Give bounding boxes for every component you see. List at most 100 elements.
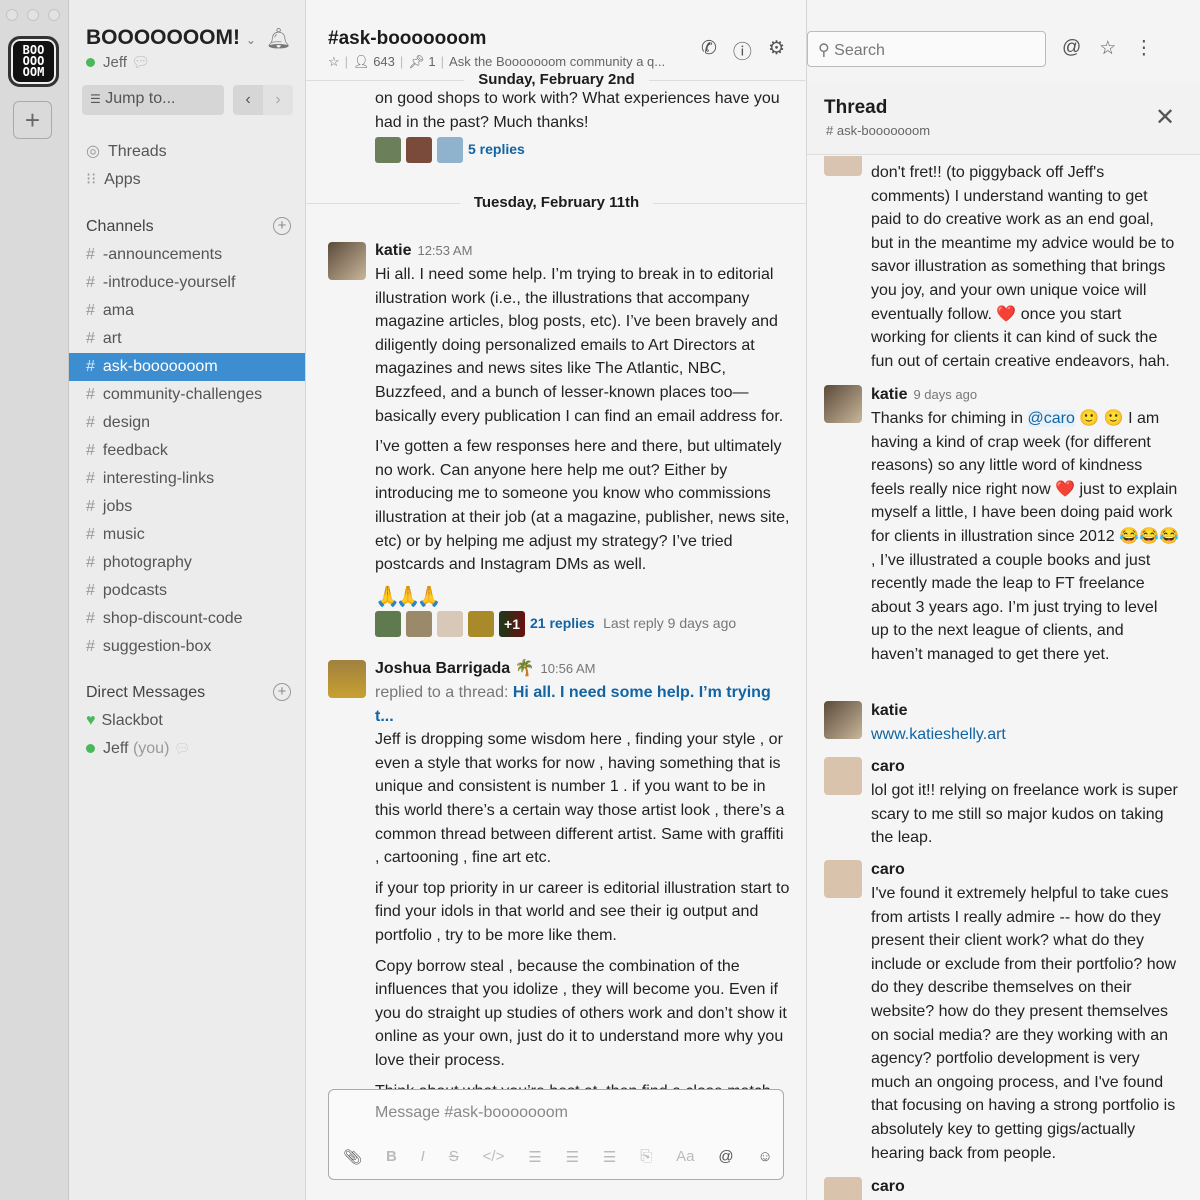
- code-block-icon[interactable]: ⎘: [640, 1148, 652, 1166]
- maximize-window-button[interactable]: [48, 9, 60, 21]
- avatar: [468, 610, 494, 637]
- add-dm-button[interactable]: +: [273, 683, 291, 701]
- add-channel-button[interactable]: +: [273, 217, 291, 235]
- star-icon[interactable]: ☆: [328, 54, 340, 69]
- channel-view: #ask-booooooom ☆ | 👤︎ 643 | 📌︎ 1 | Ask the Boo…: [306, 0, 807, 1200]
- avatar-joshua[interactable]: [328, 660, 366, 698]
- thread-summary[interactable]: +1 21 replies Last reply 9 days ago: [375, 610, 790, 637]
- close-window-button[interactable]: [6, 9, 18, 21]
- thread-channel[interactable]: # ask-booooooom: [826, 123, 930, 138]
- sidebar-item-channel[interactable]: # suggestion-box: [69, 633, 305, 661]
- hash-icon: #: [86, 330, 95, 347]
- code-icon[interactable]: </>: [483, 1148, 505, 1166]
- reactions[interactable]: 🙏🙏🙏: [375, 584, 790, 609]
- avatar[interactable]: [824, 860, 862, 898]
- sidebar-item-channel[interactable]: # shop-discount-code: [69, 605, 305, 633]
- message-tail: on good shops to work with? What experie…: [375, 90, 780, 131]
- mentions-icon[interactable]: @: [1062, 37, 1081, 60]
- sidebar-item-channel[interactable]: # ama: [69, 297, 305, 325]
- workspace-name[interactable]: BOOOOOOOM! ⌄: [86, 26, 256, 50]
- thread-messages[interactable]: don't fret!! (to piggyback off Jeff's co…: [807, 156, 1200, 1200]
- mention-icon[interactable]: @: [718, 1148, 733, 1166]
- strike-icon[interactable]: S: [449, 1148, 459, 1166]
- sidebar-item-channel[interactable]: # interesting-links: [69, 465, 305, 493]
- hash-icon: #: [86, 302, 95, 319]
- gear-icon[interactable]: ⚙: [768, 37, 785, 64]
- italic-icon[interactable]: I: [421, 1148, 425, 1166]
- avatar: [406, 610, 432, 637]
- phone-icon[interactable]: ✆: [701, 37, 717, 64]
- avatar-katie[interactable]: [328, 242, 366, 280]
- avatar: [406, 137, 432, 163]
- dm-slackbot[interactable]: ♥ Slackbot: [69, 707, 305, 735]
- date-divider: Tuesday, February 11th: [306, 194, 807, 212]
- avatar[interactable]: [824, 385, 862, 423]
- hash-icon: #: [86, 470, 95, 487]
- hash-icon: #: [86, 358, 95, 375]
- avatar: [375, 137, 401, 163]
- thread-summary[interactable]: 5 replies: [375, 137, 790, 163]
- bell-icon[interactable]: 🔔︎: [266, 26, 291, 51]
- minimize-window-button[interactable]: [27, 9, 39, 21]
- hash-icon: #: [86, 498, 95, 515]
- hash-icon: #: [86, 526, 95, 543]
- workspace-logo[interactable]: BOO OOO OOM: [8, 36, 59, 87]
- search-input[interactable]: ⚲ Search: [807, 31, 1046, 67]
- bold-icon[interactable]: B: [386, 1148, 397, 1166]
- close-icon[interactable]: ✕: [1155, 103, 1175, 132]
- sidebar-item-apps[interactable]: ⁝⁝ Apps: [69, 166, 305, 194]
- sidebar-item-channel[interactable]: # community-challenges: [69, 381, 305, 409]
- message: Joshua Barrigada 🌴 10:56 AM replied to a …: [375, 660, 790, 1089]
- more-avatars: +1: [499, 610, 525, 637]
- avatar: [437, 610, 463, 637]
- channel-title: #ask-booooooom: [328, 28, 487, 49]
- emoji-icon[interactable]: ☺: [758, 1148, 773, 1166]
- sidebar-item-channel[interactable]: # ask-booooooom: [69, 353, 305, 381]
- avatar[interactable]: [824, 1177, 862, 1200]
- pin-icon[interactable]: 📌︎: [408, 54, 425, 69]
- star-icon[interactable]: ☆: [1099, 37, 1116, 60]
- info-icon[interactable]: ⓘ: [733, 37, 752, 64]
- format-icon[interactable]: Aa: [676, 1148, 694, 1166]
- avatar[interactable]: [824, 757, 862, 795]
- add-workspace-button[interactable]: +: [13, 101, 52, 139]
- message-input[interactable]: Message #ask-booooooom: [375, 1104, 568, 1122]
- message-list[interactable]: on good shops to work with? What experie…: [306, 81, 807, 1089]
- message-composer[interactable]: Message #ask-booooooom 📎︎ B I S </> ☰ ☰ ☰ ⎘ Aa @ ☺: [328, 1089, 784, 1180]
- more-icon[interactable]: ⋮: [1134, 37, 1153, 60]
- sidebar-item-channel[interactable]: # -introduce-yourself: [69, 269, 305, 297]
- dm-jeff[interactable]: Jeff (you) 💬︎: [69, 735, 305, 763]
- sidebar-item-channel[interactable]: # art: [69, 325, 305, 353]
- hash-icon: #: [86, 386, 95, 403]
- quote-icon[interactable]: ☰: [603, 1148, 616, 1166]
- sidebar-item-channel[interactable]: # jobs: [69, 493, 305, 521]
- jump-to-button[interactable]: ☰ Jump to...: [82, 85, 224, 115]
- bullet-list-icon[interactable]: ☰: [566, 1148, 579, 1166]
- sidebar-item-threads[interactable]: ◎ Threads: [69, 138, 305, 166]
- sidebar-item-channel[interactable]: # design: [69, 409, 305, 437]
- date-divider: Sunday, February 2nd: [306, 71, 807, 89]
- hash-icon: #: [86, 582, 95, 599]
- numbered-list-icon[interactable]: ☰: [528, 1148, 541, 1166]
- window-controls: [6, 9, 60, 21]
- dm-header[interactable]: Direct Messages: [86, 684, 205, 702]
- sidebar-item-channel[interactable]: # music: [69, 521, 305, 549]
- forward-button[interactable]: ›: [263, 85, 293, 115]
- avatar[interactable]: [824, 701, 862, 739]
- website-link[interactable]: www.katieshelly.art: [871, 726, 1006, 743]
- hash-icon: #: [86, 274, 95, 291]
- attach-icon[interactable]: 📎︎: [343, 1148, 362, 1166]
- jump-icon: ☰: [90, 92, 101, 106]
- hash-icon: #: [86, 554, 95, 571]
- sidebar-item-channel[interactable]: # photography: [69, 549, 305, 577]
- hash-icon: #: [86, 246, 95, 263]
- sidebar-item-channel[interactable]: # feedback: [69, 437, 305, 465]
- status-bubble-icon[interactable]: 💬︎: [131, 54, 150, 71]
- sidebar-item-channel[interactable]: # -announcements: [69, 241, 305, 269]
- sidebar-item-channel[interactable]: # podcasts: [69, 577, 305, 605]
- back-button[interactable]: ‹: [233, 85, 263, 115]
- thread-title: Thread: [824, 97, 888, 118]
- channels-header[interactable]: Channels: [86, 218, 154, 236]
- members-icon[interactable]: 👤︎: [353, 54, 370, 69]
- hash-icon: #: [86, 610, 95, 627]
